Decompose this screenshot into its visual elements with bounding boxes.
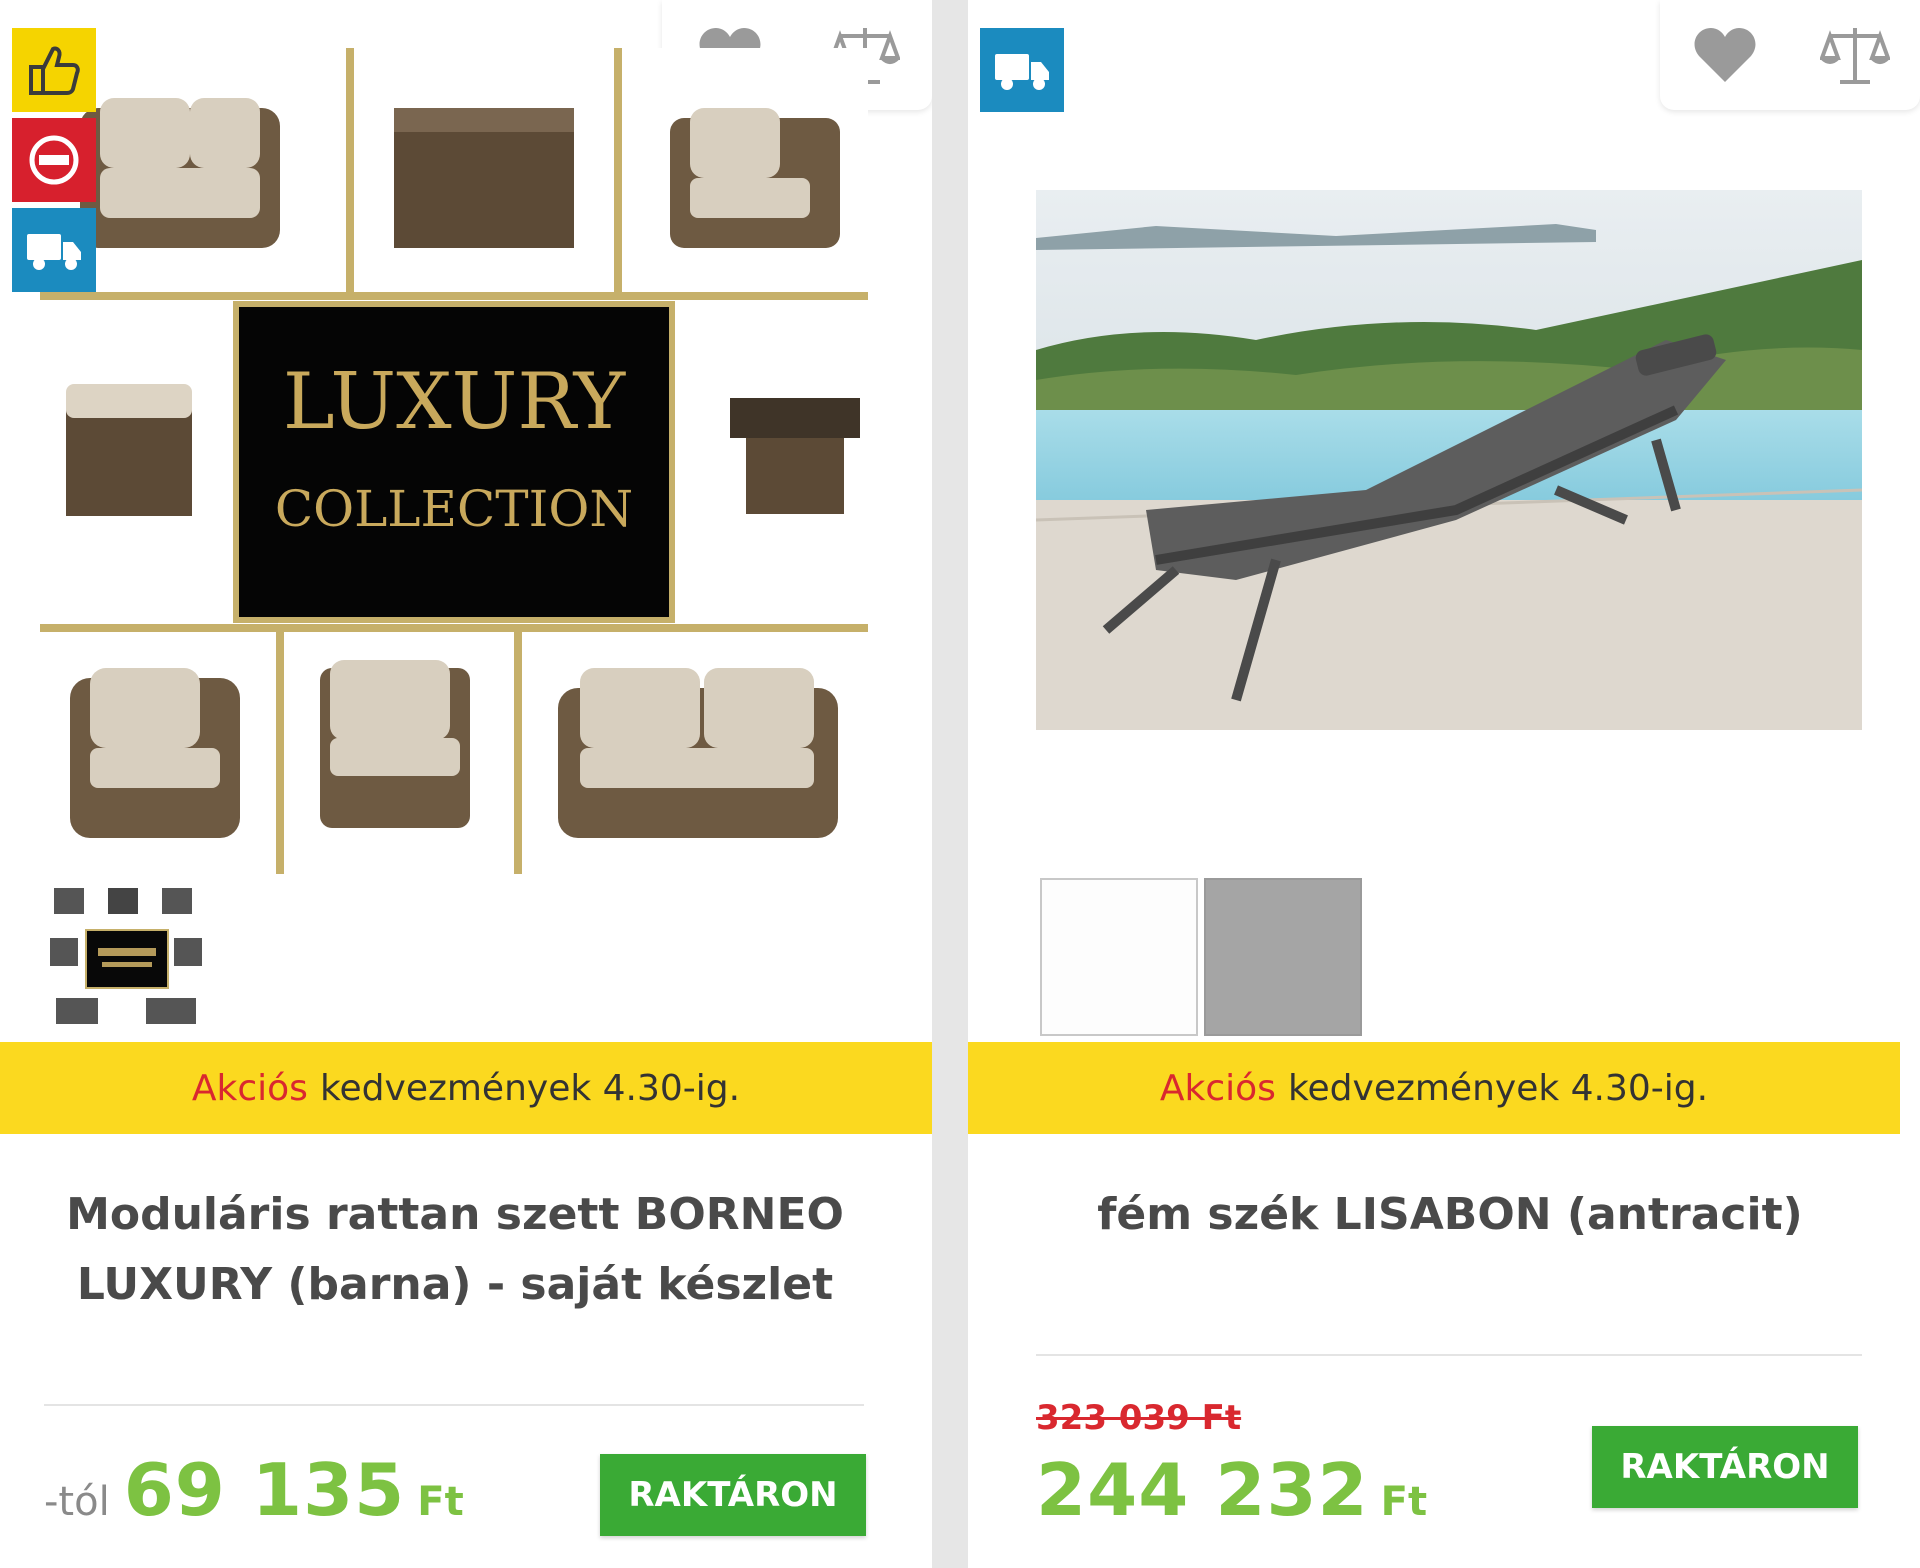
- truck-icon: [12, 208, 96, 292]
- price-currency: Ft: [1380, 1479, 1428, 1525]
- color-swatch-white[interactable]: [1040, 878, 1198, 1036]
- price-currency: Ft: [417, 1479, 464, 1525]
- thumbs-up-icon: [12, 28, 96, 112]
- promo-text: kedvezmények 4.30-ig.: [1287, 1067, 1709, 1109]
- promo-banner: Akciós kedvezmények 4.30-ig.: [968, 1042, 1900, 1134]
- product-image-borneo[interactable]: LUXURY COLLECTION: [40, 48, 868, 874]
- price-amount: 69 135: [123, 1448, 406, 1532]
- promo-highlight: Akciós: [191, 1067, 308, 1109]
- old-price: 323 039 Ft: [1036, 1398, 1242, 1438]
- truck-icon: [980, 28, 1064, 112]
- image-text-luxury: LUXURY: [283, 357, 627, 447]
- compare-scale-icon[interactable]: [1815, 15, 1895, 95]
- product-card-lisabon[interactable]: Akciós kedvezmények 4.30-ig. fém szék LI…: [968, 0, 1920, 1568]
- promo-banner: Akciós kedvezmények 4.30-ig.: [0, 1042, 932, 1134]
- price-amount: 244 232: [1036, 1448, 1369, 1532]
- promo-highlight: Akciós: [1159, 1067, 1276, 1109]
- price: -tól 69 135 Ft: [44, 1448, 464, 1532]
- product-image-lisabon[interactable]: [1035, 190, 1863, 730]
- card-actions: [1660, 0, 1920, 110]
- promo-text: kedvezmények 4.30-ig.: [319, 1067, 741, 1109]
- divider: [44, 1404, 864, 1406]
- product-grid: LUXURY COLLECTION Akciós kedvezmények 4.…: [0, 0, 1920, 1568]
- price: 244 232 Ft: [1036, 1448, 1427, 1532]
- heart-icon[interactable]: [1685, 15, 1765, 95]
- divider: [1036, 1354, 1862, 1356]
- no-entry-icon: [12, 118, 96, 202]
- in-stock-button[interactable]: RAKTÁRON: [600, 1454, 866, 1536]
- thumbnail-image[interactable]: [46, 882, 206, 1032]
- product-title[interactable]: fém szék LISABON (antracit): [1036, 1180, 1864, 1250]
- color-swatch-gray[interactable]: [1204, 878, 1362, 1036]
- product-title[interactable]: Moduláris rattan szett BORNEO LUXURY (ba…: [40, 1180, 870, 1320]
- price-prefix: -tól: [44, 1479, 110, 1525]
- image-text-collection: COLLECTION: [275, 480, 633, 538]
- in-stock-button[interactable]: RAKTÁRON: [1592, 1426, 1858, 1508]
- product-card-borneo[interactable]: LUXURY COLLECTION Akciós kedvezmények 4.…: [0, 0, 932, 1568]
